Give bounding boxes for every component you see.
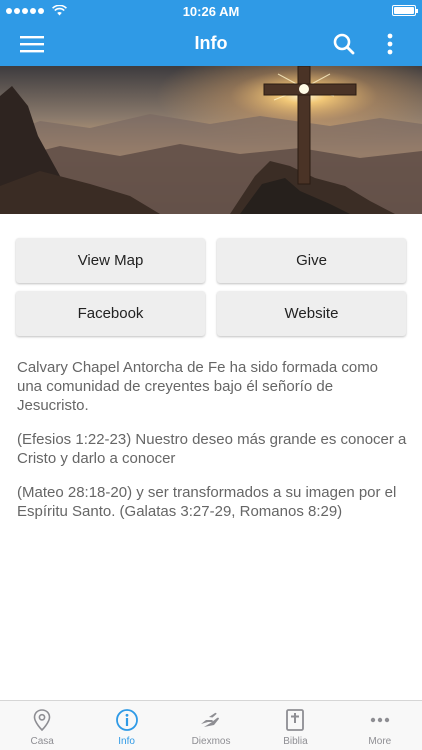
tab-bar: Casa Info Diexmos Biblia More [0,700,422,750]
navigation-bar: Info [0,22,422,66]
tab-label: Info [118,736,135,747]
app-screen: 10:26 AM Info View Map Give Facebook Web… [0,0,422,750]
horizontal-ellipsis-icon [370,717,390,723]
giving-hand-icon [201,712,219,727]
give-button[interactable]: Give [217,238,406,283]
bible-icon [286,709,305,731]
tab-casa[interactable]: Casa [0,701,84,750]
vertical-ellipsis-icon [387,33,393,55]
tab-label: Biblia [283,736,308,747]
description-paragraph: (Mateo 28:18-20) y ser transformados a s… [17,484,397,520]
facebook-button[interactable]: Facebook [16,291,205,336]
description-paragraph: Calvary Chapel Antorcha de Fe ha sido fo… [17,359,379,414]
search-button[interactable] [328,28,360,60]
tab-diexmos[interactable]: Diexmos [169,701,253,750]
status-time: 10:26 AM [182,4,240,19]
overflow-menu-button[interactable] [374,28,406,60]
hero-image [0,66,422,214]
cross-mountain-sunset-image [0,66,422,214]
tab-biblia[interactable]: Biblia [253,701,337,750]
battery-icon [392,5,418,16]
info-icon [115,709,138,731]
tab-info[interactable]: Info [84,701,168,750]
map-pin-icon [33,709,51,732]
view-map-button[interactable]: View Map [16,238,205,283]
tab-more[interactable]: More [338,701,422,750]
church-description: Calvary Chapel Antorcha de Fe ha sido fo… [17,358,407,536]
status-bar: 10:26 AM [0,0,422,22]
tab-label: More [368,736,392,747]
website-button[interactable]: Website [217,291,406,336]
tab-label: Diexmos [191,736,231,747]
tab-label: Casa [30,736,54,747]
search-icon [333,33,355,55]
description-paragraph: (Efesios 1:22-23) Nuestro deseo más gran… [17,431,407,467]
